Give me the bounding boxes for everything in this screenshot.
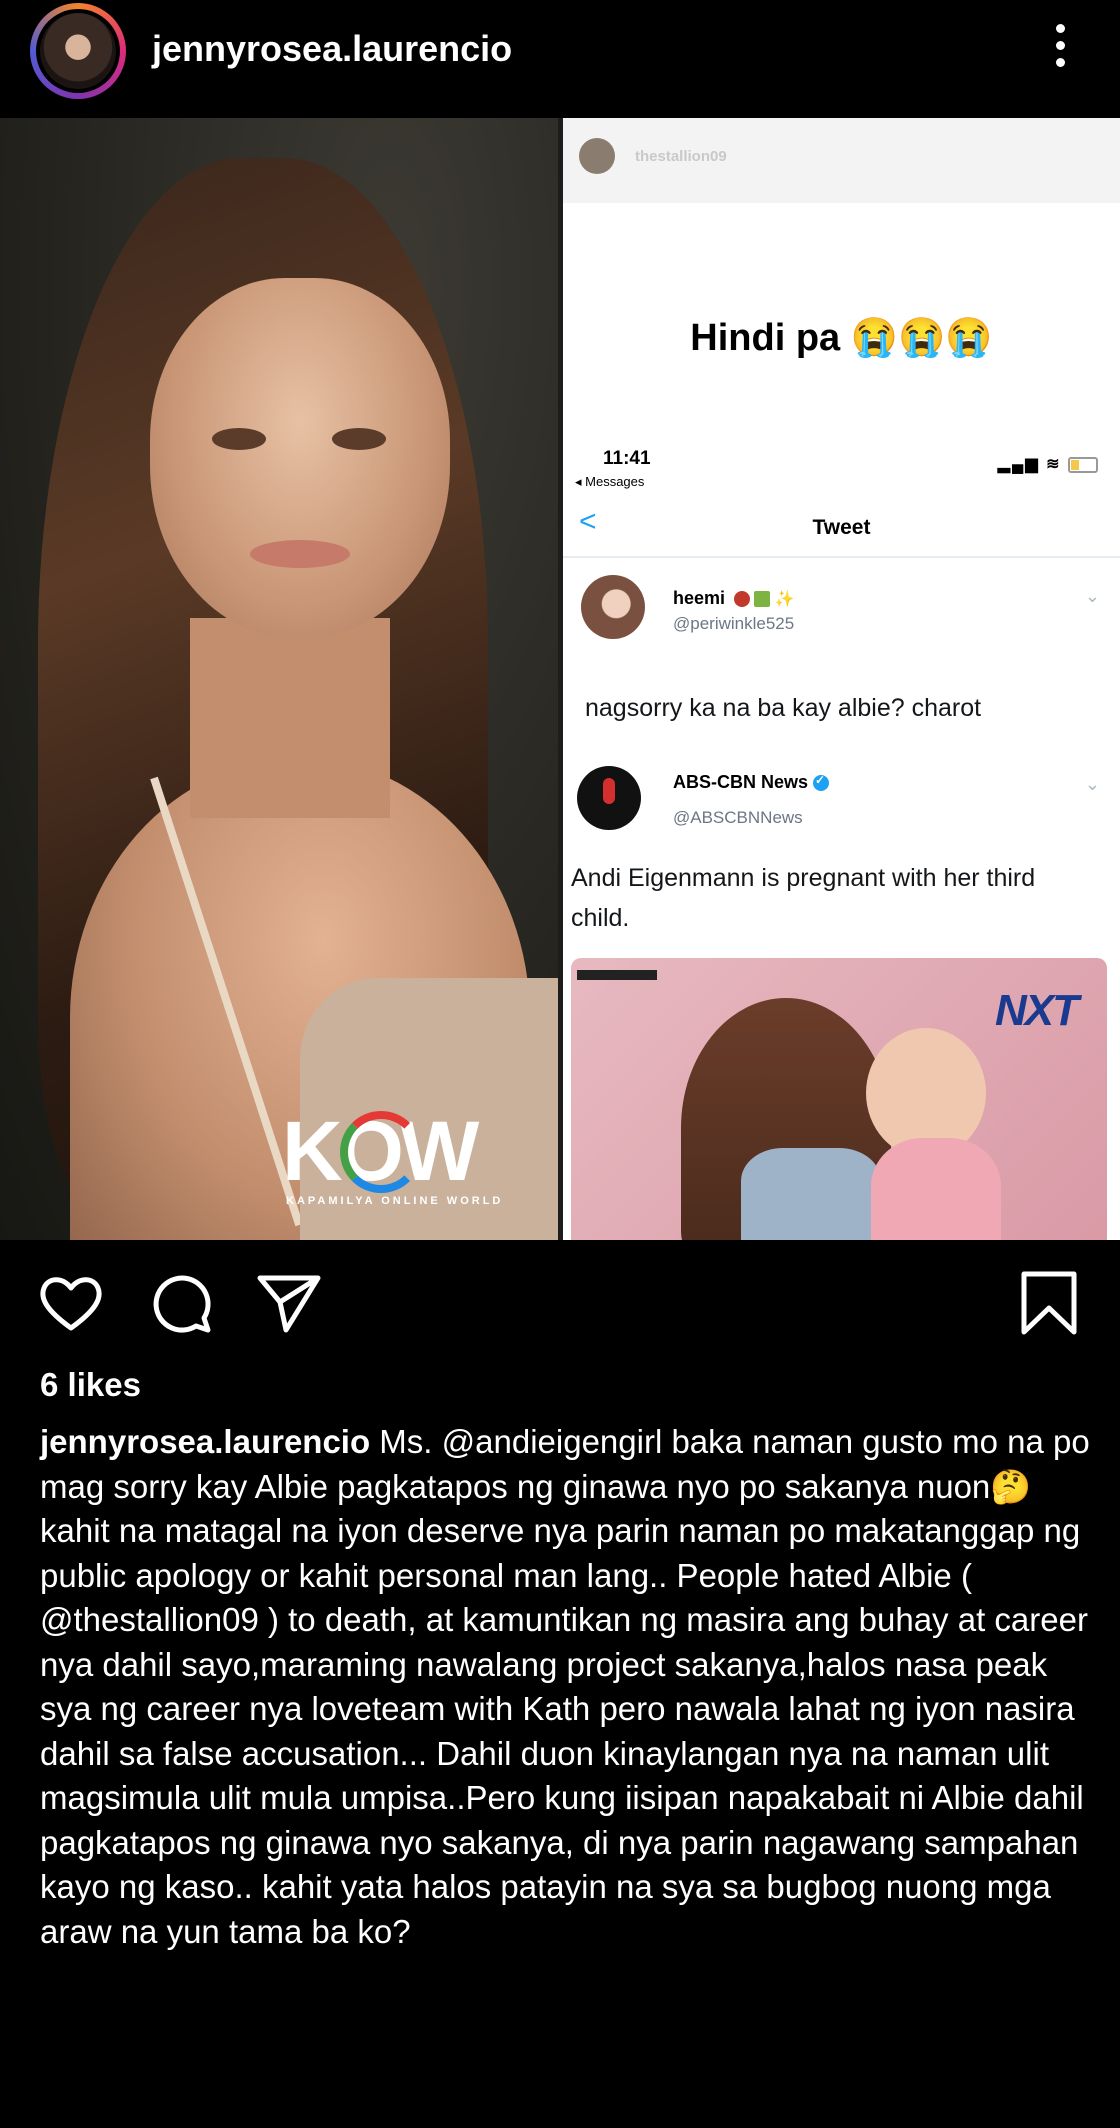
news-image: NXT	[571, 958, 1107, 1240]
portrait-photo: KOW KAPAMILYA ONLINE WORLD	[0, 118, 558, 1240]
quoted-text: Andi Eigenmann is pregnant with her thir…	[571, 864, 1036, 932]
caption-username[interactable]: jennyrosea.laurencio	[40, 1423, 370, 1460]
status-icons: ▂▄▆ ≋	[998, 454, 1098, 474]
quoted-handle: @ABSCBNNews	[673, 808, 803, 827]
more-options-icon[interactable]	[1054, 24, 1066, 78]
quoted-name: ABS-CBN News	[673, 772, 830, 793]
caption: jennyrosea.laurencio Ms. @andieigengirl …	[40, 1420, 1100, 1954]
heart-icon[interactable]	[36, 1268, 106, 1338]
story-text: Hindi pa 😭😭😭	[690, 317, 993, 359]
story-header: thestallion09	[563, 118, 1120, 203]
battery-icon	[1068, 456, 1098, 473]
reply-handle: @periwinkle525	[673, 614, 795, 633]
caption-text: Ms. @andieigengirl baka naman gusto mo n…	[40, 1423, 1090, 1950]
reply-text: nagsorry ka na ba kay albie? charot	[585, 694, 982, 722]
reply-avatar	[581, 575, 645, 639]
story-username: thestallion09	[635, 148, 727, 165]
reply-caret-icon: ⌄	[1084, 586, 1100, 606]
story-avatar	[579, 138, 615, 174]
phone-time: 11:41	[603, 448, 651, 469]
post-header: jennyrosea.laurencio	[0, 0, 1120, 118]
post-image[interactable]: KOW KAPAMILYA ONLINE WORLD thestallion09…	[0, 118, 1120, 1240]
reply-name: heemi ✨	[673, 588, 795, 608]
nxt-logo: NXT	[995, 986, 1079, 1035]
share-icon[interactable]	[254, 1268, 324, 1338]
verified-icon	[813, 773, 830, 792]
action-bar	[0, 1258, 1120, 1348]
avatar-image	[36, 9, 120, 93]
likes-count[interactable]: 6 likes	[40, 1366, 141, 1404]
post-username[interactable]: jennyrosea.laurencio	[152, 28, 512, 70]
abs-cbn-avatar	[577, 766, 641, 830]
tweet-screenshot: thestallion09 Hindi pa 😭😭😭 11:41 ◂ Messa…	[563, 118, 1120, 1240]
avatar[interactable]	[30, 3, 126, 99]
messages-back: ◂ Messages	[575, 474, 645, 489]
bookmark-icon[interactable]	[1014, 1268, 1084, 1338]
nav-title: Tweet	[812, 516, 871, 539]
quoted-caret-icon: ⌄	[1084, 774, 1100, 794]
kow-logo: KOW KAPAMILYA ONLINE WORLD	[282, 1104, 504, 1207]
comment-icon[interactable]	[148, 1268, 218, 1338]
